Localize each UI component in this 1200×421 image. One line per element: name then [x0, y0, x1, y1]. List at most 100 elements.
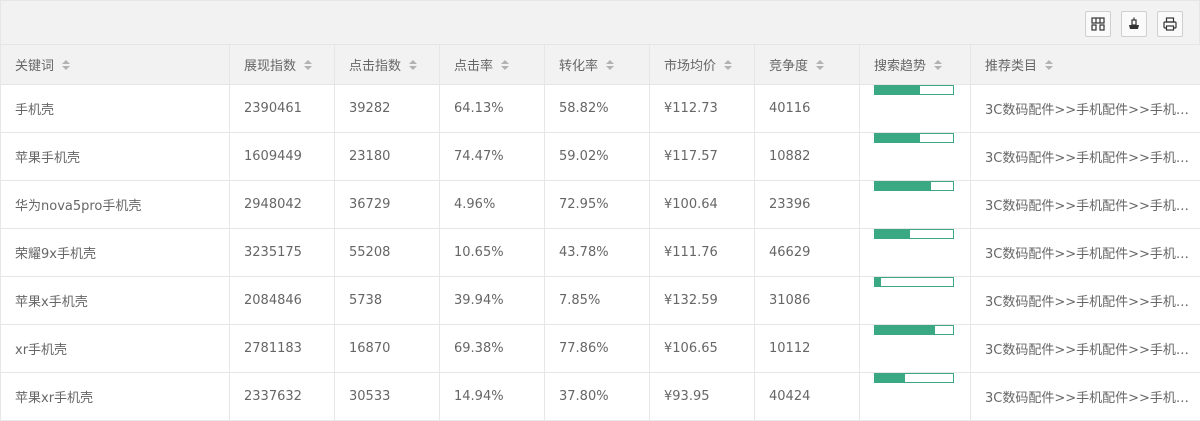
keyword-table: 关键词展现指数 点击指数 点击率转化率 市场均价 竞争度搜索趋势 推荐类目 手机壳2390… [0, 44, 1200, 421]
cell-competition: 23396 [755, 181, 860, 229]
cell-keyword: 苹果xr手机壳 [1, 373, 230, 421]
column-header-label: 搜索趋势 [874, 55, 926, 74]
table-row[interactable]: 苹果x手机壳2084846573839.94%7.85%¥132.5931086… [1, 277, 1200, 325]
cell-category: 3C数码配件>>手机配件>>手机保护套/壳 [971, 133, 1200, 181]
sort-icon[interactable] [606, 60, 614, 70]
cell-category: 3C数码配件>>手机配件>>手机保护套/壳 [971, 373, 1200, 421]
cell-ctr: 69.38% [440, 325, 545, 373]
column-header-impressions[interactable]: 展现指数 [230, 45, 335, 85]
table-row[interactable]: 手机壳23904613928264.13%58.82%¥112.73401163… [1, 85, 1200, 133]
cell-clicks: 30533 [335, 373, 440, 421]
cell-keyword: 华为nova5pro手机壳 [1, 181, 230, 229]
column-header-trend[interactable]: 搜索趋势 [860, 45, 971, 85]
trend-bar-fill [875, 182, 931, 190]
cell-price: ¥100.64 [650, 181, 755, 229]
trend-bar-fill [875, 230, 910, 238]
column-header-label: 转化率 [559, 55, 598, 74]
cell-trend [860, 133, 971, 181]
cell-clicks: 55208 [335, 229, 440, 277]
trend-bar [874, 181, 954, 191]
column-header-competition[interactable]: 竞争度 [755, 45, 860, 85]
trend-bar-fill [875, 278, 881, 286]
sort-icon[interactable] [934, 60, 942, 70]
trend-bar-fill [875, 374, 905, 382]
trend-bar [874, 85, 954, 95]
column-header-category[interactable]: 推荐类目 [971, 45, 1200, 85]
cell-keyword: 手机壳 [1, 85, 230, 133]
cell-impressions: 3235175 [230, 229, 335, 277]
columns-icon [1090, 16, 1106, 32]
export-button[interactable] [1121, 11, 1147, 37]
table-row[interactable]: 华为nova5pro手机壳2948042367294.96%72.95%¥100… [1, 181, 1200, 229]
cell-competition: 46629 [755, 229, 860, 277]
cell-trend [860, 373, 971, 421]
cell-trend [860, 277, 971, 325]
column-header-keyword[interactable]: 关键词 [1, 45, 230, 85]
cell-ctr: 4.96% [440, 181, 545, 229]
cell-clicks: 16870 [335, 325, 440, 373]
cell-trend [860, 325, 971, 373]
cell-competition: 31086 [755, 277, 860, 325]
table-row[interactable]: xr手机壳27811831687069.38%77.86%¥106.651011… [1, 325, 1200, 373]
trend-bar [874, 133, 954, 143]
column-header-label: 点击指数 [349, 55, 401, 74]
trend-bar [874, 373, 954, 383]
column-header-label: 推荐类目 [985, 55, 1037, 74]
table-row[interactable]: 苹果手机壳16094492318074.47%59.02%¥117.571088… [1, 133, 1200, 181]
cell-impressions: 1609449 [230, 133, 335, 181]
table-header-row: 关键词展现指数 点击指数 点击率转化率 市场均价 竞争度搜索趋势 推荐类目 [1, 45, 1200, 85]
column-header-cvr[interactable]: 转化率 [545, 45, 650, 85]
cell-category: 3C数码配件>>手机配件>>手机保护套/壳 [971, 277, 1200, 325]
cell-category: 3C数码配件>>手机配件>>手机保护套/壳 [971, 181, 1200, 229]
cell-cvr: 58.82% [545, 85, 650, 133]
sort-icon[interactable] [62, 60, 70, 70]
table-toolbar [0, 0, 1200, 44]
sort-icon[interactable] [501, 60, 509, 70]
cell-competition: 10112 [755, 325, 860, 373]
cell-ctr: 10.65% [440, 229, 545, 277]
sort-icon[interactable] [816, 60, 824, 70]
cell-competition: 40116 [755, 85, 860, 133]
cell-keyword: 苹果x手机壳 [1, 277, 230, 325]
trend-bar [874, 325, 954, 335]
sort-icon[interactable] [409, 60, 417, 70]
sort-icon[interactable] [1045, 60, 1053, 70]
cell-trend [860, 229, 971, 277]
cell-cvr: 72.95% [545, 181, 650, 229]
columns-button[interactable] [1085, 11, 1111, 37]
cell-price: ¥117.57 [650, 133, 755, 181]
column-header-label: 展现指数 [244, 55, 296, 74]
cell-category: 3C数码配件>>手机配件>>手机保护套/壳 [971, 229, 1200, 277]
cell-cvr: 43.78% [545, 229, 650, 277]
cell-keyword: 苹果手机壳 [1, 133, 230, 181]
cell-cvr: 7.85% [545, 277, 650, 325]
column-header-ctr[interactable]: 点击率 [440, 45, 545, 85]
column-header-label: 市场均价 [664, 55, 716, 74]
export-icon [1126, 16, 1142, 32]
cell-cvr: 37.80% [545, 373, 650, 421]
table-row[interactable]: 苹果xr手机壳23376323053314.94%37.80%¥93.95404… [1, 373, 1200, 421]
print-button[interactable] [1157, 11, 1183, 37]
column-header-clicks[interactable]: 点击指数 [335, 45, 440, 85]
sort-icon[interactable] [724, 60, 732, 70]
cell-clicks: 36729 [335, 181, 440, 229]
cell-price: ¥112.73 [650, 85, 755, 133]
cell-impressions: 2781183 [230, 325, 335, 373]
cell-ctr: 64.13% [440, 85, 545, 133]
cell-price: ¥132.59 [650, 277, 755, 325]
cell-competition: 10882 [755, 133, 860, 181]
cell-price: ¥106.65 [650, 325, 755, 373]
sort-icon[interactable] [304, 60, 312, 70]
table-body: 手机壳23904613928264.13%58.82%¥112.73401163… [1, 85, 1200, 421]
cell-ctr: 74.47% [440, 133, 545, 181]
cell-impressions: 2948042 [230, 181, 335, 229]
trend-bar [874, 277, 954, 287]
cell-category: 3C数码配件>>手机配件>>手机保护套/壳 [971, 325, 1200, 373]
column-header-price[interactable]: 市场均价 [650, 45, 755, 85]
cell-clicks: 39282 [335, 85, 440, 133]
cell-trend [860, 181, 971, 229]
trend-bar-fill [875, 86, 920, 94]
table-row[interactable]: 荣耀9x手机壳32351755520810.65%43.78%¥111.7646… [1, 229, 1200, 277]
cell-clicks: 5738 [335, 277, 440, 325]
cell-cvr: 77.86% [545, 325, 650, 373]
